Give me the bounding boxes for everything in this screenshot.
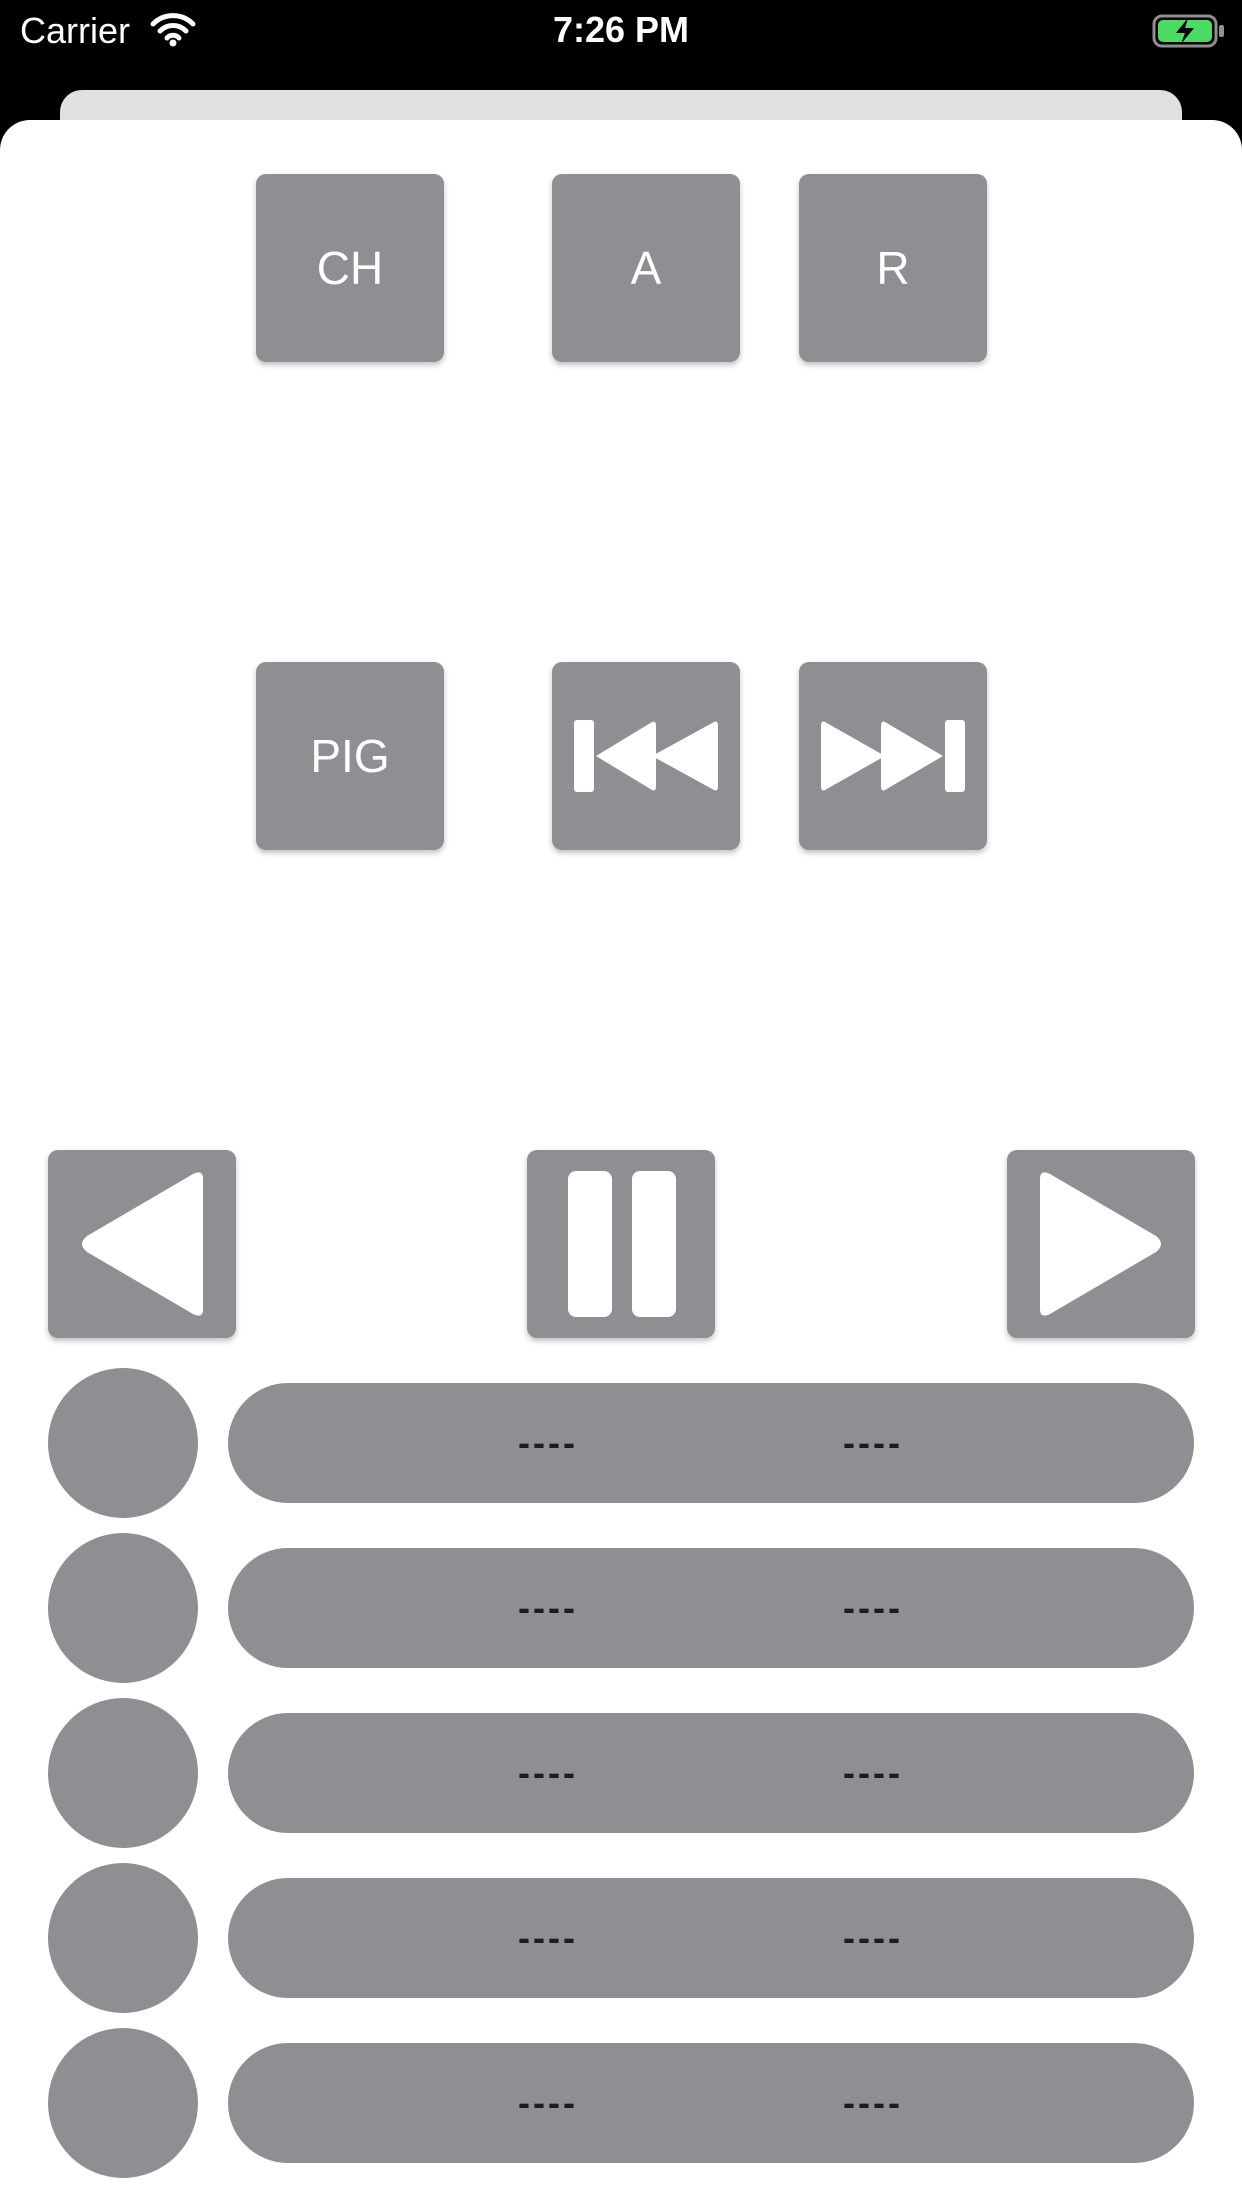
battery-charging-icon <box>1152 13 1228 49</box>
right-button[interactable] <box>1007 1150 1195 1338</box>
skip-forward-button[interactable] <box>799 662 987 850</box>
ch-button-label: CH <box>316 242 384 294</box>
row-3-value-2: ---- <box>843 1752 903 1793</box>
row-4-value-2: ---- <box>843 1917 903 1958</box>
r-button-label: R <box>876 242 910 294</box>
triangle-right-icon <box>1036 1169 1166 1319</box>
skip-back-icon <box>572 718 720 794</box>
skip-forward-icon <box>819 718 967 794</box>
row-5-value-1: ---- <box>518 2082 578 2123</box>
pause-icon <box>566 1171 676 1317</box>
row-5-pill[interactable]: ---- ---- <box>228 2043 1194 2163</box>
row-4-circle-button[interactable] <box>48 1863 198 2013</box>
row-3-value-1: ---- <box>518 1752 578 1793</box>
ch-button[interactable]: CH <box>256 174 444 362</box>
a-button[interactable]: A <box>552 174 740 362</box>
skip-back-button[interactable] <box>552 662 740 850</box>
row-1-value-1: ---- <box>518 1422 578 1463</box>
row-5-circle-button[interactable] <box>48 2028 198 2178</box>
row-4-pill[interactable]: ---- ---- <box>228 1878 1194 1998</box>
pause-button[interactable] <box>527 1150 715 1338</box>
status-bar: Carrier 7:26 PM <box>0 0 1242 62</box>
row-1-circle-button[interactable] <box>48 1368 198 1518</box>
status-time: 7:26 PM <box>552 9 690 50</box>
triangle-left-icon <box>77 1169 207 1319</box>
r-button[interactable]: R <box>799 174 987 362</box>
row-4-value-1: ---- <box>518 1917 578 1958</box>
row-1-pill[interactable]: ---- ---- <box>228 1383 1194 1503</box>
left-button[interactable] <box>48 1150 236 1338</box>
row-5-value-2: ---- <box>843 2082 903 2123</box>
row-1-value-2: ---- <box>843 1422 903 1463</box>
row-3-circle-button[interactable] <box>48 1698 198 1848</box>
pig-button-label: PIG <box>310 730 390 782</box>
row-3-pill[interactable]: ---- ---- <box>228 1713 1194 1833</box>
row-2-circle-button[interactable] <box>48 1533 198 1683</box>
a-button-label: A <box>630 242 662 294</box>
row-2-value-1: ---- <box>518 1587 578 1628</box>
row-2-value-2: ---- <box>843 1587 903 1628</box>
pig-button[interactable]: PIG <box>256 662 444 850</box>
row-2-pill[interactable]: ---- ---- <box>228 1548 1194 1668</box>
